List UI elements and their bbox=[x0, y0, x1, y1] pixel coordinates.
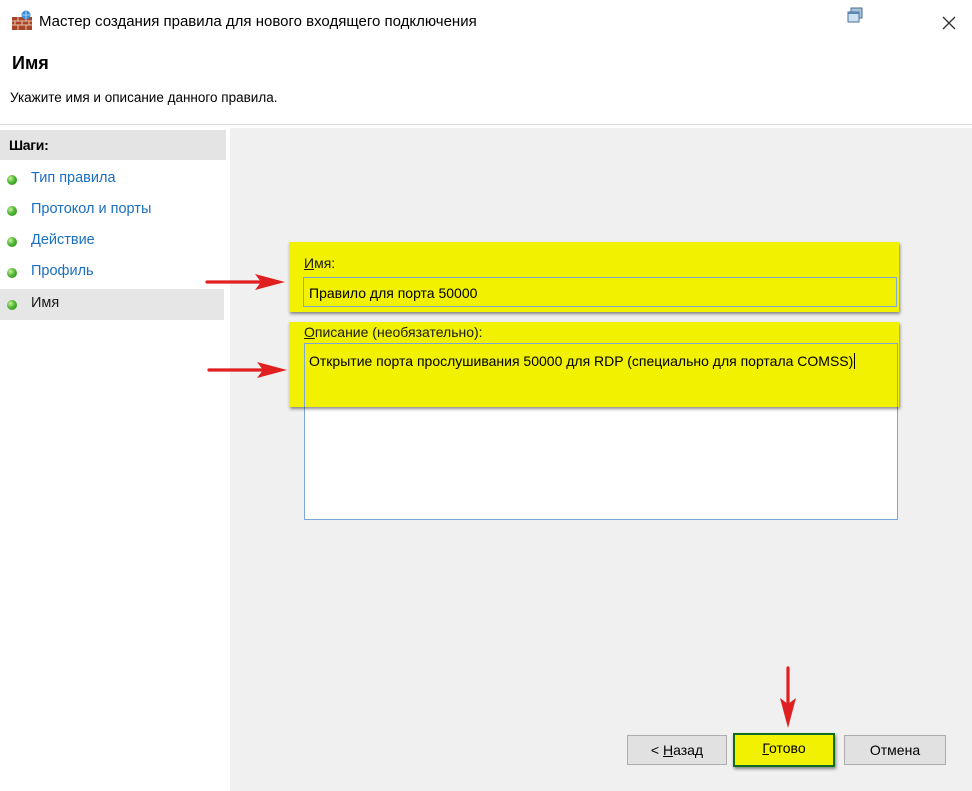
firewall-brick-icon bbox=[12, 10, 32, 30]
header-divider bbox=[0, 124, 972, 125]
step-label: Протокол и порты bbox=[31, 201, 152, 217]
step-label: Действие bbox=[31, 232, 95, 248]
step-rule-type[interactable]: Тип правила bbox=[0, 164, 224, 195]
step-label: Тип правила bbox=[31, 170, 116, 186]
page-subtitle: Укажите имя и описание данного правила. bbox=[10, 90, 278, 105]
title-bar: Мастер создания правила для нового входя… bbox=[0, 0, 972, 44]
step-complete-dot-icon bbox=[7, 175, 17, 185]
text-caret bbox=[854, 353, 856, 369]
step-action[interactable]: Действие bbox=[0, 226, 224, 257]
step-current-dot-icon bbox=[7, 300, 17, 310]
step-label: Профиль bbox=[31, 263, 94, 279]
page-title: Имя bbox=[12, 53, 49, 73]
steps-header: Шаги: bbox=[0, 130, 226, 160]
name-label: Имя: bbox=[304, 255, 336, 271]
description-text: Открытие порта прослушивания 50000 для R… bbox=[309, 353, 856, 369]
step-profile[interactable]: Профиль bbox=[0, 257, 224, 288]
finish-button[interactable]: Готово bbox=[733, 733, 835, 767]
step-complete-dot-icon bbox=[7, 237, 17, 247]
step-protocol-ports[interactable]: Протокол и порты bbox=[0, 195, 224, 226]
window-title: Мастер создания правила для нового входя… bbox=[39, 13, 477, 30]
restore-window-icon[interactable] bbox=[845, 6, 865, 26]
red-arrow-right-icon bbox=[207, 362, 287, 378]
cancel-button[interactable]: Отмена bbox=[844, 735, 946, 765]
red-arrow-right-icon bbox=[205, 274, 285, 290]
close-icon[interactable] bbox=[938, 12, 960, 34]
name-input[interactable]: Правило для порта 50000 bbox=[303, 277, 897, 307]
description-label: Описание (необязательно): bbox=[304, 324, 483, 340]
step-label: Имя bbox=[31, 295, 60, 311]
step-name-current: Имя bbox=[0, 289, 224, 320]
step-complete-dot-icon bbox=[7, 206, 17, 216]
back-button[interactable]: < Назад bbox=[627, 735, 727, 765]
step-complete-dot-icon bbox=[7, 268, 17, 278]
red-arrow-down-icon bbox=[780, 666, 796, 728]
steps-sidebar: Шаги: Тип правила Протокол и порты Дейст… bbox=[0, 128, 228, 791]
